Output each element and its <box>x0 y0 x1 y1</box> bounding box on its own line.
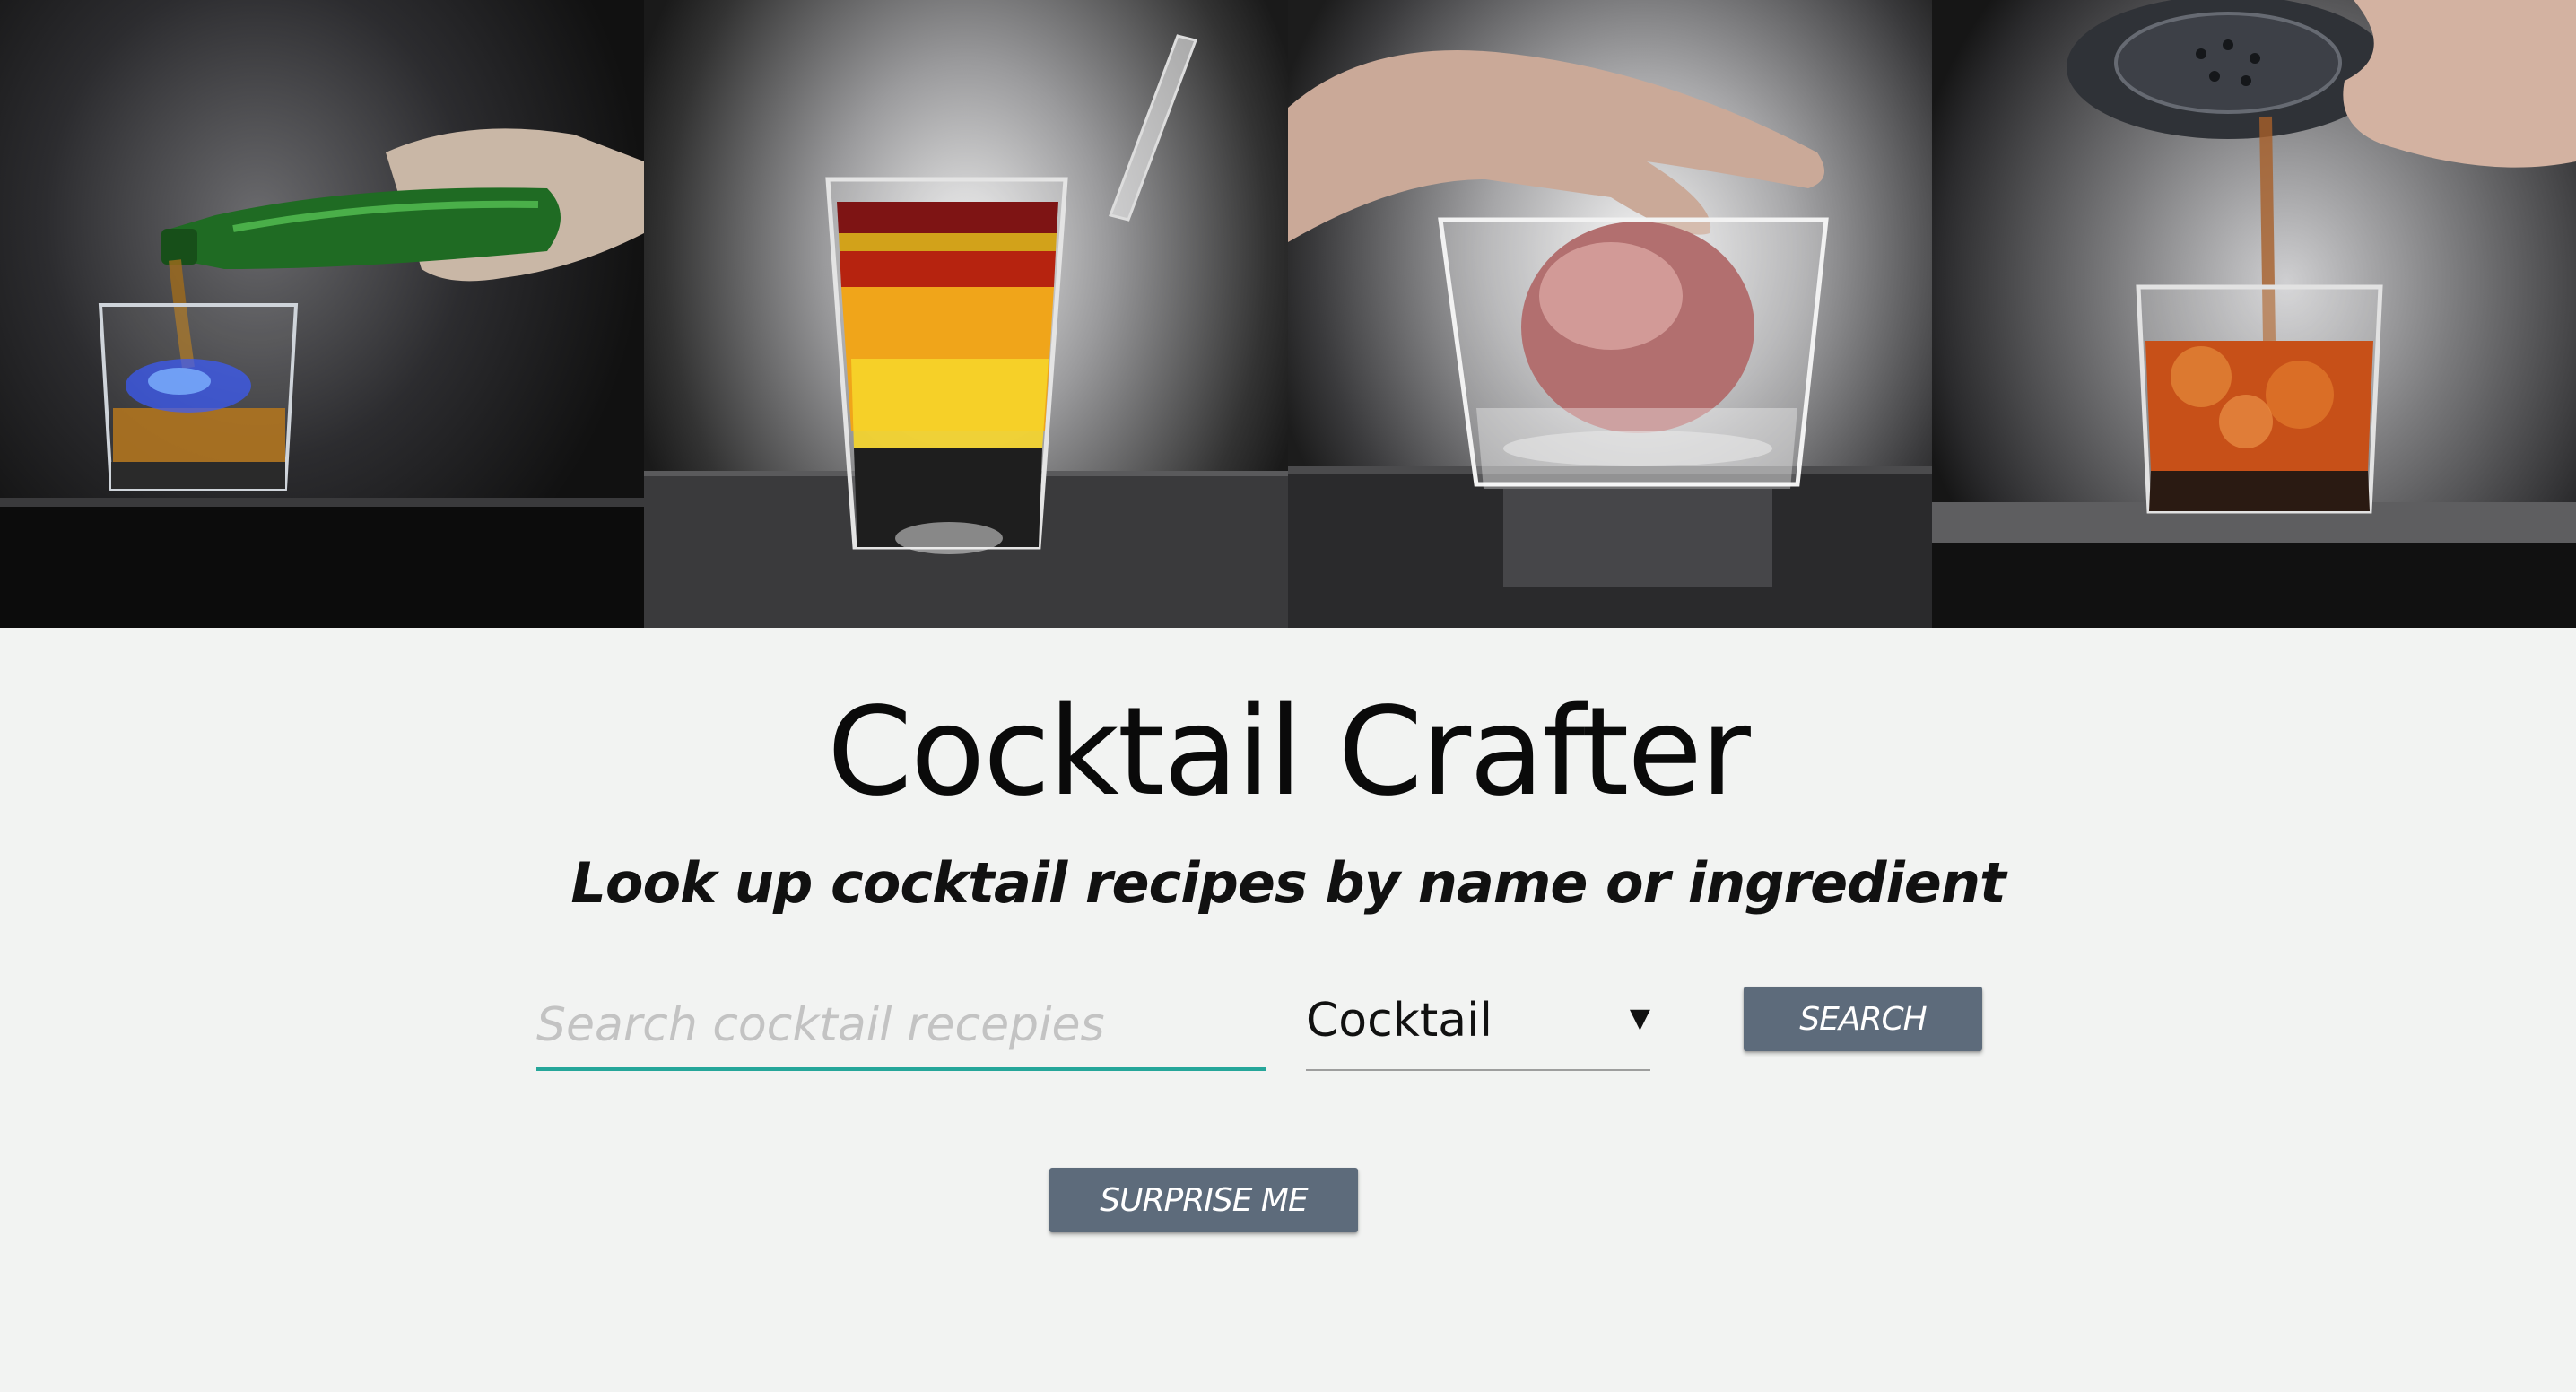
page-subtitle: Look up cocktail recipes by name or ingr… <box>570 850 2006 916</box>
surprise-me-button[interactable]: SURPRISE ME <box>1049 1168 1358 1232</box>
search-type-select[interactable]: Cocktail ▼ <box>1306 978 1650 1071</box>
search-type-selected-value: Cocktail <box>1306 994 1493 1048</box>
caret-down-icon: ▼ <box>1629 1003 1650 1034</box>
straining-cocktail-photo-icon <box>1932 0 2576 628</box>
main-content: Cocktail Crafter Look up cocktail recipe… <box>0 628 2576 1392</box>
hero-banner <box>0 0 2576 628</box>
ice-sphere-glass-photo-icon <box>1288 50 1932 628</box>
hero-photo-layered-shot <box>644 0 1288 628</box>
hero-photo-pouring <box>0 0 644 628</box>
layered-shot-photo-icon <box>644 34 1288 628</box>
hero-photo-ice-sphere <box>1288 0 1932 628</box>
search-input[interactable] <box>536 978 1266 1071</box>
page-title: Cocktail Crafter <box>827 682 1751 823</box>
search-button[interactable]: SEARCH <box>1744 987 1982 1051</box>
cocktail-pouring-photo-icon <box>0 128 644 628</box>
hero-photo-straining <box>1932 0 2576 628</box>
